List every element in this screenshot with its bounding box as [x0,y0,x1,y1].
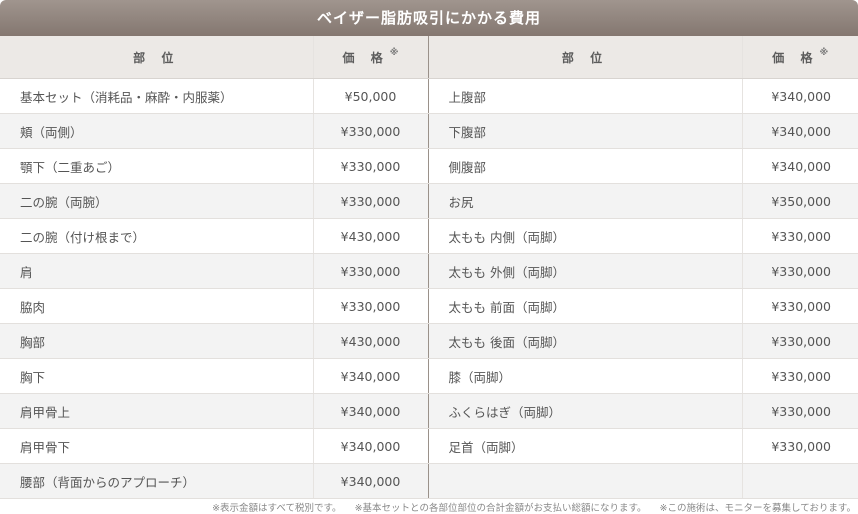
table-row: 頬（両側） ¥330,000 下腹部 ¥340,000 [0,113,858,149]
price-table: 部 位 価 格※ 部 位 価 格※ 基本セット（消耗品・麻酔・内服薬） ¥50,… [0,36,858,499]
left-part-cell: 脇肉 [0,288,313,324]
header-part-right-label: 部 位 [561,50,609,65]
right-part-cell: 側腹部 [427,148,742,184]
table-row: 二の腕（付け根まで） ¥430,000 太もも 内側（両脚） ¥330,000 [0,218,858,254]
left-part-cell: 基本セット（消耗品・麻酔・内服薬） [0,78,313,114]
header-part-left: 部 位 [0,36,313,79]
right-price-cell: ¥340,000 [741,148,858,184]
right-price-cell: ¥330,000 [741,253,858,289]
table-row: 二の腕（両腕） ¥330,000 お尻 ¥350,000 [0,183,858,219]
right-price-cell: ¥330,000 [741,218,858,254]
table-row: 胸部 ¥430,000 太もも 後面（両脚） ¥330,000 [0,323,858,359]
header-part-left-label: 部 位 [133,50,180,65]
footnote-monitor: ※この施術は、モニターを募集しております。 [659,503,856,514]
right-part-cell [427,463,742,499]
left-part-cell: 肩甲骨上 [0,393,313,429]
right-part-cell: 上腹部 [427,78,742,114]
right-price-cell: ¥330,000 [741,393,858,429]
left-price-cell: ¥340,000 [312,428,428,464]
right-price-cell: ¥350,000 [741,183,858,219]
left-price-cell: ¥330,000 [312,253,428,289]
header-price-right-label: 価 格 [772,50,819,65]
table-row: 基本セット（消耗品・麻酔・内服薬） ¥50,000 上腹部 ¥340,000 [0,78,858,114]
table-title: ベイザー脂肪吸引にかかる費用 [0,0,858,36]
left-price-cell: ¥340,000 [312,463,428,499]
price-note-mark: ※ [819,47,829,58]
right-price-cell: ¥330,000 [741,428,858,464]
right-part-cell: 下腹部 [427,113,742,149]
table-row: 顎下（二重あご） ¥330,000 側腹部 ¥340,000 [0,148,858,184]
table-row: 脇肉 ¥330,000 太もも 前面（両脚） ¥330,000 [0,288,858,324]
table-row: 肩甲骨上 ¥340,000 ふくらはぎ（両脚） ¥330,000 [0,393,858,429]
header-price-right: 価 格※ [741,36,858,79]
right-price-cell: ¥330,000 [741,288,858,324]
left-price-cell: ¥430,000 [312,323,428,359]
left-part-cell: 腰部（背面からのアプローチ） [0,463,313,499]
left-price-cell: ¥330,000 [312,148,428,184]
left-part-cell: 胸下 [0,358,313,394]
header-row: 部 位 価 格※ 部 位 価 格※ [0,36,858,79]
right-part-cell: 太もも 内側（両脚） [427,218,742,254]
right-part-cell: ふくらはぎ（両脚） [427,393,742,429]
price-note-mark: ※ [389,47,399,58]
left-price-cell: ¥340,000 [312,358,428,394]
left-part-cell: 頬（両側） [0,113,313,149]
left-price-cell: ¥330,000 [312,113,428,149]
right-part-cell: 太もも 外側（両脚） [427,253,742,289]
table-row: 肩甲骨下 ¥340,000 足首（両脚） ¥330,000 [0,428,858,464]
right-price-cell: ¥330,000 [741,358,858,394]
left-price-cell: ¥330,000 [312,288,428,324]
right-part-cell: お尻 [427,183,742,219]
table-row: 腰部（背面からのアプローチ） ¥340,000 [0,463,858,499]
header-price-left: 価 格※ [312,36,428,79]
header-part-right: 部 位 [427,36,742,79]
footnote-total: ※基本セットとの各部位部位の合計金額がお支払い総額になります。 [354,503,647,514]
right-part-cell: 太もも 前面（両脚） [427,288,742,324]
left-price-cell: ¥430,000 [312,218,428,254]
footnote-tax: ※表示金額はすべて税別です。 [212,503,342,514]
right-price-cell: ¥330,000 [741,323,858,359]
left-part-cell: 肩 [0,253,313,289]
left-part-cell: 二の腕（両腕） [0,183,313,219]
left-part-cell: 顎下（二重あご） [0,148,313,184]
right-part-cell: 足首（両脚） [427,428,742,464]
table-row: 胸下 ¥340,000 膝（両脚） ¥330,000 [0,358,858,394]
header-price-left-label: 価 格 [342,50,389,65]
right-price-cell: ¥340,000 [741,113,858,149]
price-table-container: ベイザー脂肪吸引にかかる費用 部 位 価 格※ 部 位 価 格※ 基本セット（消… [0,0,858,514]
left-price-cell: ¥330,000 [312,183,428,219]
footnotes: ※表示金額はすべて税別です。 ※基本セットとの各部位部位の合計金額がお支払い総額… [202,500,856,514]
right-part-cell: 膝（両脚） [427,358,742,394]
table-row: 肩 ¥330,000 太もも 外側（両脚） ¥330,000 [0,253,858,289]
right-part-cell: 太もも 後面（両脚） [427,323,742,359]
left-price-cell: ¥340,000 [312,393,428,429]
right-price-cell: ¥340,000 [741,78,858,114]
left-part-cell: 二の腕（付け根まで） [0,218,313,254]
right-price-cell [741,463,858,499]
left-part-cell: 胸部 [0,323,313,359]
left-price-cell: ¥50,000 [312,78,428,114]
left-part-cell: 肩甲骨下 [0,428,313,464]
